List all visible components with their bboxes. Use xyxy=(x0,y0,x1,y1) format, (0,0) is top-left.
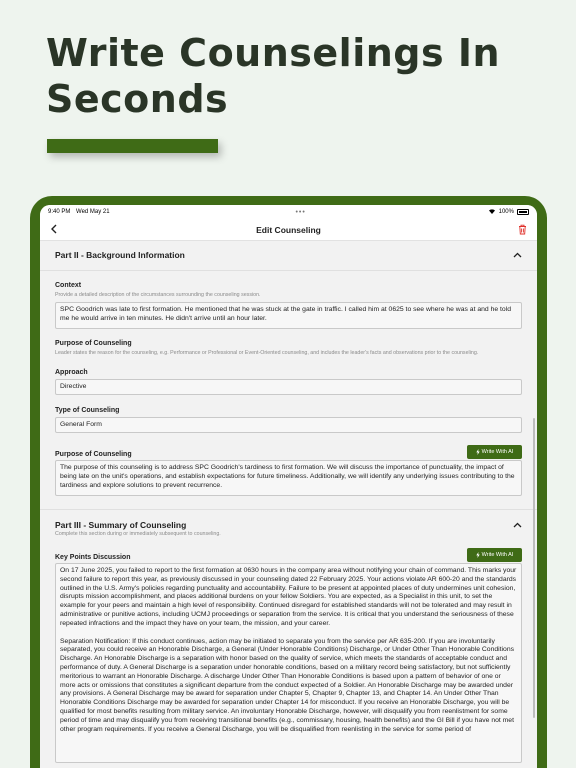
hero-accent-bar xyxy=(47,139,218,153)
approach-group: Approach Directive xyxy=(55,369,522,395)
app-screen: 9:40 PM Wed May 21 ••• 100% Edit Counsel… xyxy=(40,205,537,768)
purpose-write-ai-label: Write With AI xyxy=(481,449,514,455)
part3-hint: Complete this section during or immediat… xyxy=(55,531,221,537)
part3-title: Part III - Summary of Counseling xyxy=(55,520,187,530)
context-group: Context Provide a detailed description o… xyxy=(55,282,522,329)
trash-icon xyxy=(518,224,526,235)
type-field[interactable]: General Form xyxy=(55,417,522,433)
purpose-write-ai-button[interactable]: Write With AI xyxy=(467,445,522,459)
type-label: Type of Counseling xyxy=(55,407,120,414)
type-group: Type of Counseling General Form xyxy=(55,407,522,433)
status-time: 9:40 PM xyxy=(48,209,71,215)
delete-button[interactable] xyxy=(511,224,527,235)
battery-percent: 100% xyxy=(498,209,514,215)
part2-title: Part II - Background Information xyxy=(55,250,185,260)
context-field[interactable]: SPC Goodrich was late to first formation… xyxy=(55,302,522,329)
chevron-left-icon xyxy=(51,224,57,233)
context-hint: Provide a detailed description of the ci… xyxy=(55,292,261,298)
purpose-field[interactable]: The purpose of this counseling is to add… xyxy=(55,460,522,496)
wifi-icon xyxy=(488,208,496,216)
status-bar: 9:40 PM Wed May 21 ••• 100% xyxy=(40,205,537,219)
part2-header[interactable]: Part II - Background Information xyxy=(55,250,522,260)
battery-icon xyxy=(516,209,529,215)
lightning-icon xyxy=(475,449,480,455)
key-points-group: Key Points Discussion Write With AI On 1… xyxy=(55,548,522,763)
part3-header[interactable]: Part III - Summary of Counseling xyxy=(55,520,522,530)
purpose-group: Purpose of Counseling Write With AI The … xyxy=(55,445,522,496)
key-points-field[interactable]: On 17 June 2025, you failed to report to… xyxy=(55,563,522,763)
purpose-heading-label: Purpose of Counseling xyxy=(55,340,132,347)
purpose-heading-group: Purpose of Counseling Leader states the … xyxy=(55,340,522,357)
chevron-up-icon[interactable] xyxy=(513,522,522,528)
form-content: Part II - Background Information Context… xyxy=(40,250,537,763)
nav-bar: Edit Counseling xyxy=(40,219,537,241)
approach-field[interactable]: Directive xyxy=(55,379,522,395)
key-points-write-ai-label: Write With AI xyxy=(481,552,514,558)
scrollbar[interactable] xyxy=(533,418,535,718)
purpose-label: Purpose of Counseling xyxy=(55,451,132,458)
multitasking-dots-icon[interactable]: ••• xyxy=(295,209,305,216)
key-points-paragraph: On 17 June 2025, you failed to report to… xyxy=(60,567,517,627)
back-button[interactable] xyxy=(50,223,66,237)
page-title: Edit Counseling xyxy=(256,224,321,235)
lightning-icon xyxy=(475,552,480,558)
section-divider xyxy=(40,270,537,271)
section-divider xyxy=(40,509,537,510)
hero-title: Write Counselings In Seconds xyxy=(46,31,501,121)
status-date: Wed May 21 xyxy=(76,209,110,215)
key-points-label: Key Points Discussion xyxy=(55,554,131,561)
key-points-paragraph: Separation Notification: If this conduct… xyxy=(60,637,515,733)
purpose-heading-hint: Leader states the reason for the counsel… xyxy=(55,350,479,356)
key-points-write-ai-button[interactable]: Write With AI xyxy=(467,548,522,562)
approach-label: Approach xyxy=(55,369,88,376)
context-label: Context xyxy=(55,282,82,289)
chevron-up-icon[interactable] xyxy=(513,252,522,258)
